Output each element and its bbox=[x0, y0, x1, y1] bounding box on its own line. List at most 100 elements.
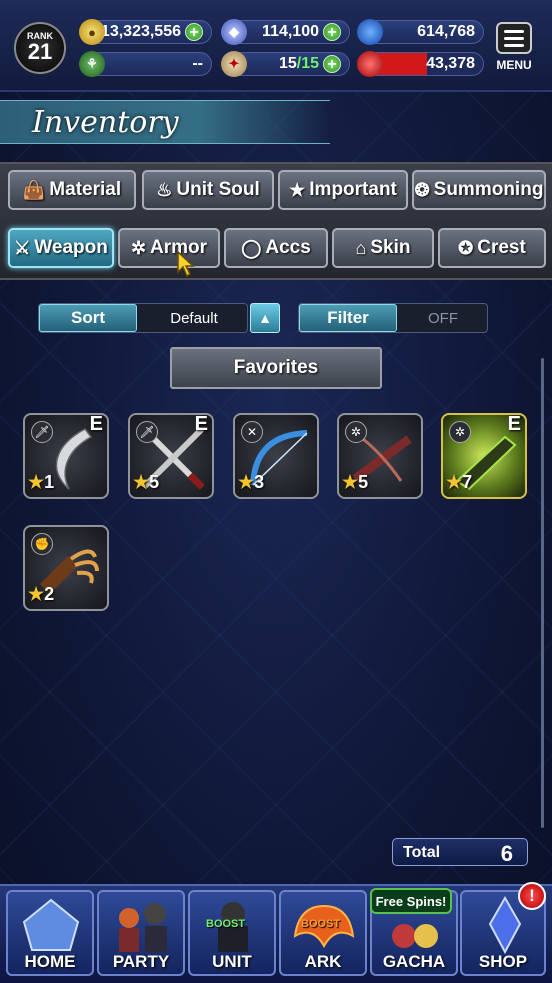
weapon-item[interactable]: 🗡 E ★5 bbox=[128, 413, 214, 499]
gil-counter: ● 13,323,556 + bbox=[79, 19, 212, 45]
weapon-item[interactable]: ✲ ★5 bbox=[337, 413, 423, 499]
tab-material[interactable]: 👜 Material bbox=[8, 170, 136, 210]
shop-alert-badge: ! bbox=[518, 882, 546, 910]
item-rarity: ★1 bbox=[28, 472, 55, 492]
guild-counter: ⚘ -- bbox=[79, 51, 212, 77]
sort-order-button[interactable]: ▲ bbox=[250, 303, 280, 333]
soul-icon: ♨ bbox=[156, 179, 173, 200]
add-stamina-button[interactable]: + bbox=[323, 55, 341, 73]
item-rarity: ★7 bbox=[446, 472, 473, 492]
fist-type-icon: ✊ bbox=[31, 533, 53, 555]
menu-label: MENU bbox=[496, 58, 532, 72]
alert-icon: ! bbox=[529, 886, 535, 905]
crystal-icon: ◆ bbox=[221, 19, 247, 45]
blue-orb-value: 614,768 bbox=[417, 23, 475, 40]
tab-label: Crest bbox=[477, 237, 526, 258]
weapon-item[interactable]: 🗡 E ★1 bbox=[23, 413, 109, 499]
tab-label: Accs bbox=[265, 237, 311, 258]
item-rarity: ★5 bbox=[133, 472, 160, 492]
rank-value: 21 bbox=[27, 39, 53, 64]
hamburger-icon bbox=[496, 22, 532, 54]
star-icon: ★ bbox=[289, 179, 306, 200]
red-gauge-value: 43,378 bbox=[426, 55, 475, 72]
crystal-value: 114,100 bbox=[262, 23, 319, 40]
item-rarity: ★3 bbox=[238, 472, 265, 492]
gear-type-icon: ✲ bbox=[345, 421, 367, 443]
page-title: Inventory bbox=[32, 105, 179, 140]
weapon-item[interactable]: ✕ ★3 bbox=[233, 413, 319, 499]
ark-boost-tag: BOOST bbox=[301, 918, 341, 930]
free-spins-tag: Free Spins! bbox=[370, 888, 452, 914]
party-characters-icon bbox=[119, 903, 167, 952]
tab-summoning[interactable]: ❂ Summoning bbox=[412, 170, 546, 210]
weapon-item[interactable]: ✲ E ★7 bbox=[441, 413, 527, 499]
sword-type-icon: 🗡 bbox=[136, 421, 158, 443]
inventory-banner: Inventory bbox=[0, 100, 330, 144]
item-rarity: ★2 bbox=[28, 584, 55, 604]
guild-emblem-icon: ⚘ bbox=[79, 51, 105, 77]
tab-unit-soul[interactable]: ♨ Unit Soul bbox=[142, 170, 274, 210]
nav-home-label: HOME bbox=[24, 952, 76, 971]
rank-badge[interactable]: RANK 21 bbox=[14, 22, 66, 74]
ring-icon: ◯ bbox=[241, 237, 262, 258]
tab-weapon[interactable]: ⚔ Weapon bbox=[8, 228, 114, 268]
free-spins-label: Free Spins! bbox=[375, 893, 447, 909]
gear-type-icon: ✲ bbox=[449, 421, 471, 443]
unit-boost-tag: BOOST bbox=[206, 918, 246, 930]
nav-home[interactable]: HOME bbox=[6, 890, 94, 976]
menu-button[interactable]: MENU bbox=[494, 22, 534, 72]
tab-important[interactable]: ★ Important bbox=[278, 170, 408, 210]
equipped-marker: E bbox=[507, 413, 521, 435]
gil-coin-icon: ● bbox=[79, 19, 105, 45]
total-counter: Total 6 bbox=[392, 838, 528, 866]
tab-accs[interactable]: ◯ Accs bbox=[224, 228, 328, 268]
tab-label: Summoning bbox=[433, 179, 544, 200]
filter-label: Filter bbox=[299, 304, 397, 332]
tab-label: Unit Soul bbox=[176, 179, 260, 200]
add-gil-button[interactable]: + bbox=[185, 23, 203, 41]
favorites-label: Favorites bbox=[233, 357, 319, 378]
weapon-item[interactable]: ✊ ★2 bbox=[23, 525, 109, 611]
tab-armor[interactable]: ✲ Armor bbox=[118, 228, 220, 268]
tab-label: Weapon bbox=[34, 237, 108, 258]
nav-unit-label: UNIT bbox=[212, 952, 252, 971]
blue-orb-icon bbox=[357, 19, 383, 45]
sort-control[interactable]: Sort Default bbox=[38, 303, 248, 333]
nav-party[interactable]: PARTY bbox=[97, 890, 185, 976]
summon-icon: ❂ bbox=[414, 179, 430, 200]
sort-value: Default bbox=[170, 309, 218, 327]
hanger-icon: ⌂ bbox=[355, 237, 367, 258]
total-value: 6 bbox=[500, 841, 513, 866]
favorites-button[interactable]: Favorites bbox=[170, 347, 382, 389]
nav-unit[interactable]: BOOST UNIT bbox=[188, 890, 276, 976]
sort-label: Sort bbox=[39, 304, 137, 332]
stamina-max: /15 bbox=[296, 55, 319, 72]
item-rarity: ★5 bbox=[342, 472, 369, 492]
equipped-marker: E bbox=[89, 413, 103, 435]
nav-ark[interactable]: BOOST ARK bbox=[279, 890, 367, 976]
nav-ark-label: ARK bbox=[304, 952, 342, 971]
stamina-icon: ✦ bbox=[221, 51, 247, 77]
nav-shop-label: SHOP bbox=[478, 952, 528, 971]
add-crystal-button[interactable]: + bbox=[323, 23, 341, 41]
tab-label: Important bbox=[309, 179, 397, 200]
home-crystal-icon bbox=[22, 898, 80, 951]
scrollbar[interactable] bbox=[541, 358, 544, 828]
guild-value: -- bbox=[192, 55, 203, 72]
top-status-bar: RANK 21 ● 13,323,556 + ◆ 114,100 + 614,7… bbox=[0, 0, 552, 92]
red-orb-icon bbox=[357, 51, 383, 77]
total-label: Total bbox=[403, 844, 441, 861]
stamina-value: 15 bbox=[278, 55, 297, 72]
filter-control[interactable]: Filter OFF bbox=[298, 303, 488, 333]
nav-gacha-label: GACHA bbox=[382, 952, 446, 971]
tab-crest[interactable]: ✪ Crest bbox=[438, 228, 546, 268]
armor-icon: ✲ bbox=[130, 237, 147, 258]
blue-orb-counter: 614,768 bbox=[357, 19, 484, 45]
gil-value: 13,323,556 bbox=[100, 23, 181, 40]
filter-value: OFF bbox=[428, 309, 458, 327]
tab-label: Skin bbox=[370, 237, 411, 258]
sword-type-icon: 🗡 bbox=[31, 421, 53, 443]
tab-skin[interactable]: ⌂ Skin bbox=[332, 228, 434, 268]
bow-type-icon: ✕ bbox=[241, 421, 263, 443]
nav-party-label: PARTY bbox=[112, 952, 170, 971]
